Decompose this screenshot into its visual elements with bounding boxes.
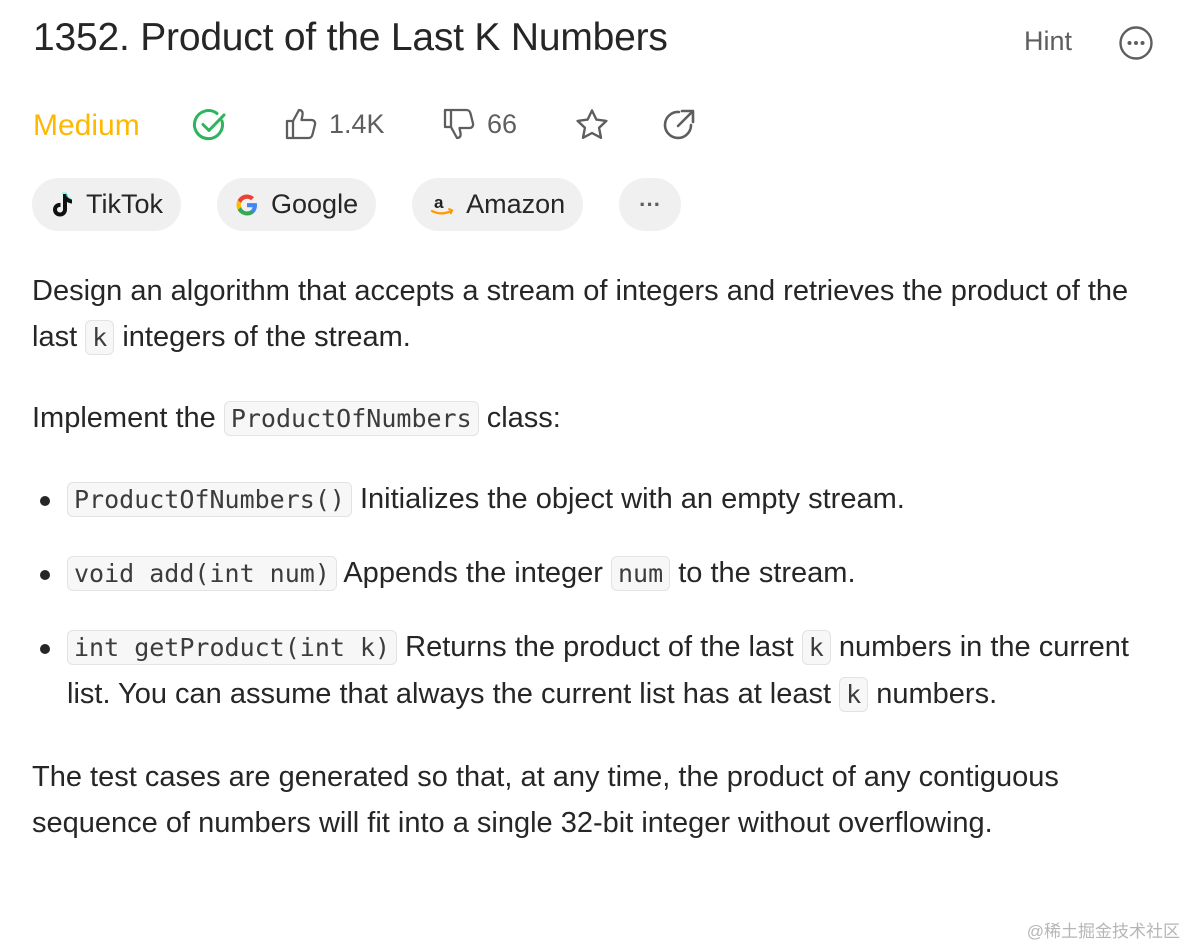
hint-button[interactable]: Hint bbox=[1024, 26, 1072, 57]
company-tags: TikTok Google a Amazon ··· bbox=[32, 178, 682, 231]
more-tags-button[interactable]: ··· bbox=[619, 178, 682, 231]
difficulty-badge: Medium bbox=[33, 109, 140, 142]
description-paragraph-3: The test cases are generated so that, at… bbox=[32, 761, 1059, 839]
watermark: @稀土掘金技术社区 bbox=[1026, 922, 1180, 941]
tag-tiktok[interactable]: TikTok bbox=[32, 178, 182, 231]
tiktok-logo-icon bbox=[53, 192, 72, 216]
inline-code-class: ProductOfNumbers bbox=[223, 401, 479, 436]
problem-meta-row: Medium 1.4K 66 bbox=[33, 100, 733, 152]
like-button[interactable]: 1.4K bbox=[283, 106, 385, 142]
tag-label: TikTok bbox=[86, 189, 164, 219]
thumbs-down-icon bbox=[443, 108, 475, 140]
favorite-star-icon[interactable] bbox=[573, 106, 611, 144]
problem-title: 1352. Product of the Last K Numbers bbox=[33, 16, 668, 59]
description-paragraph-2: Implement the ProductOfNumbers class: bbox=[32, 401, 561, 436]
like-count: 1.4K bbox=[329, 108, 385, 139]
dislike-button[interactable]: 66 bbox=[441, 106, 517, 142]
tag-label: Amazon bbox=[466, 189, 566, 219]
method-list: ProductOfNumbers() Initializes the objec… bbox=[32, 476, 1167, 718]
description-paragraph-1: Design an algorithm that accepts a strea… bbox=[32, 275, 1129, 355]
solved-check-icon bbox=[192, 109, 226, 141]
tag-amazon[interactable]: a Amazon bbox=[412, 178, 584, 231]
inline-code-k: k bbox=[85, 320, 115, 355]
dislike-count: 66 bbox=[487, 108, 518, 139]
list-item: ProductOfNumbers() Initializes the objec… bbox=[40, 476, 1167, 523]
svg-text:a: a bbox=[434, 193, 444, 212]
share-icon[interactable] bbox=[660, 106, 698, 144]
tag-google[interactable]: Google bbox=[217, 178, 377, 231]
google-logo-icon bbox=[236, 194, 258, 215]
thumbs-up-icon bbox=[285, 108, 317, 140]
list-item: int getProduct(int k) Returns the produc… bbox=[40, 624, 1167, 718]
amazon-logo-icon: a bbox=[430, 193, 454, 214]
more-icon: ··· bbox=[639, 191, 662, 217]
more-options-icon[interactable] bbox=[1117, 24, 1155, 62]
tag-label: Google bbox=[271, 189, 359, 219]
list-item: void add(int num) Appends the integer nu… bbox=[40, 550, 1167, 597]
problem-description: Design an algorithm that accepts a strea… bbox=[32, 268, 1167, 846]
